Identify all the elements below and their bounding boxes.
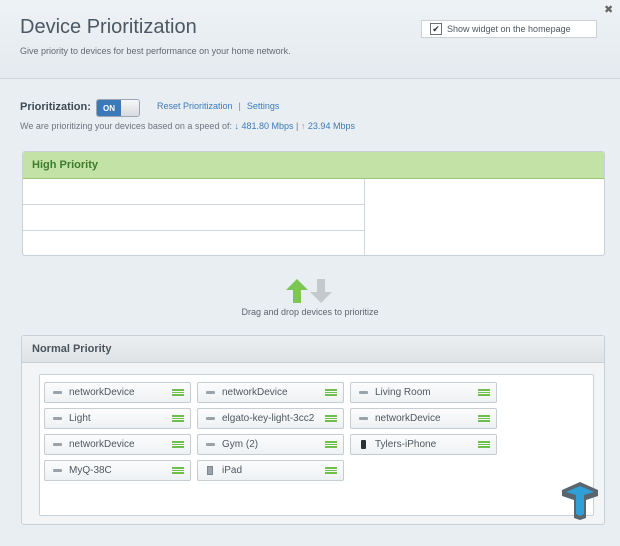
high-priority-slot[interactable]	[23, 179, 364, 205]
router-icon	[45, 443, 69, 446]
high-priority-slots[interactable]	[23, 179, 365, 255]
drag-handle-icon[interactable]	[172, 415, 184, 422]
normal-priority-panel: Normal Priority networkDevice networkDevi…	[21, 335, 605, 525]
prioritization-links: Reset Prioritization | Settings	[157, 101, 279, 111]
device-label: networkDevice	[375, 413, 441, 424]
speed-info: We are prioritizing your devices based o…	[20, 121, 355, 131]
device-label: iPad	[222, 465, 243, 476]
reset-prioritization-link[interactable]: Reset Prioritization	[157, 101, 233, 111]
device-tile[interactable]: Light	[44, 408, 191, 429]
device-tile[interactable]: iPad	[197, 460, 344, 481]
toggle-knob[interactable]	[121, 100, 139, 116]
drag-handle-icon[interactable]	[172, 441, 184, 448]
upload-arrow-icon: ↑	[300, 121, 306, 131]
page-title: Device Prioritization	[20, 16, 197, 38]
show-widget-option[interactable]: ✔ Show widget on the homepage	[421, 20, 597, 38]
page-subtitle: Give priority to devices for best perfor…	[20, 46, 291, 56]
close-icon[interactable]: ✖	[604, 3, 613, 16]
drag-handle-icon[interactable]	[325, 441, 337, 448]
phone-icon	[351, 440, 375, 449]
device-tile[interactable]: networkDevice	[197, 382, 344, 403]
settings-link[interactable]: Settings	[247, 101, 280, 111]
prioritize-arrows-icon	[286, 279, 332, 303]
router-icon	[45, 469, 69, 472]
device-label: networkDevice	[222, 387, 288, 398]
device-tile[interactable]: networkDevice	[44, 382, 191, 403]
device-label: Tylers-iPhone	[375, 439, 437, 450]
high-priority-slot[interactable]	[23, 205, 364, 231]
normal-priority-device-list[interactable]: networkDevice networkDevice Living Room Lig…	[39, 374, 594, 516]
download-speed: 481.80 Mbps	[241, 121, 294, 131]
prioritization-toggle[interactable]: ON	[96, 99, 140, 117]
upload-speed: 23.94 Mbps	[307, 121, 355, 131]
high-priority-title: High Priority	[23, 152, 604, 179]
speed-text: We are prioritizing your devices based o…	[20, 121, 232, 131]
device-tile[interactable]: networkDevice	[44, 434, 191, 455]
device-tile[interactable]: elgato-key-light-3cc2	[197, 408, 344, 429]
router-icon	[351, 417, 375, 420]
router-icon	[45, 391, 69, 394]
drag-handle-icon[interactable]	[478, 441, 490, 448]
show-widget-label: Show widget on the homepage	[447, 24, 571, 34]
download-arrow-icon: ↓	[234, 121, 239, 131]
drag-handle-icon[interactable]	[172, 389, 184, 396]
drag-handle-icon[interactable]	[478, 415, 490, 422]
router-icon	[198, 391, 222, 394]
device-tile[interactable]: networkDevice	[350, 408, 497, 429]
drag-instruction: Drag and drop devices to prioritize	[241, 307, 379, 317]
drag-handle-icon[interactable]	[325, 415, 337, 422]
link-separator: |	[238, 101, 241, 111]
page-header: Device Prioritization Give priority to d…	[0, 0, 620, 79]
router-icon	[198, 417, 222, 420]
drag-handle-icon[interactable]	[478, 389, 490, 396]
device-label: networkDevice	[69, 387, 135, 398]
show-widget-checkbox[interactable]: ✔	[430, 23, 442, 35]
high-priority-panel[interactable]: High Priority	[22, 151, 605, 256]
device-label: MyQ-38C	[69, 465, 112, 476]
toggle-state: ON	[97, 100, 121, 116]
speed-separator: |	[296, 121, 299, 131]
watermark-logo	[562, 482, 598, 520]
device-label: networkDevice	[69, 439, 135, 450]
device-tile[interactable]: MyQ-38C	[44, 460, 191, 481]
drag-handle-icon[interactable]	[172, 467, 184, 474]
drag-handle-icon[interactable]	[325, 389, 337, 396]
router-icon	[45, 417, 69, 420]
router-icon	[351, 391, 375, 394]
device-tile[interactable]: Living Room	[350, 382, 497, 403]
device-label: elgato-key-light-3cc2	[222, 413, 315, 424]
normal-priority-title: Normal Priority	[22, 336, 604, 363]
device-label: Light	[69, 413, 91, 424]
device-label: Living Room	[375, 387, 431, 398]
device-tile[interactable]: Tylers-iPhone	[350, 434, 497, 455]
router-icon	[198, 443, 222, 446]
prioritization-label: Prioritization:	[20, 101, 91, 113]
high-priority-slot[interactable]	[23, 231, 364, 255]
device-label: Gym (2)	[222, 439, 259, 450]
tablet-icon	[198, 466, 222, 475]
drag-handle-icon[interactable]	[325, 467, 337, 474]
device-tile[interactable]: Gym (2)	[197, 434, 344, 455]
